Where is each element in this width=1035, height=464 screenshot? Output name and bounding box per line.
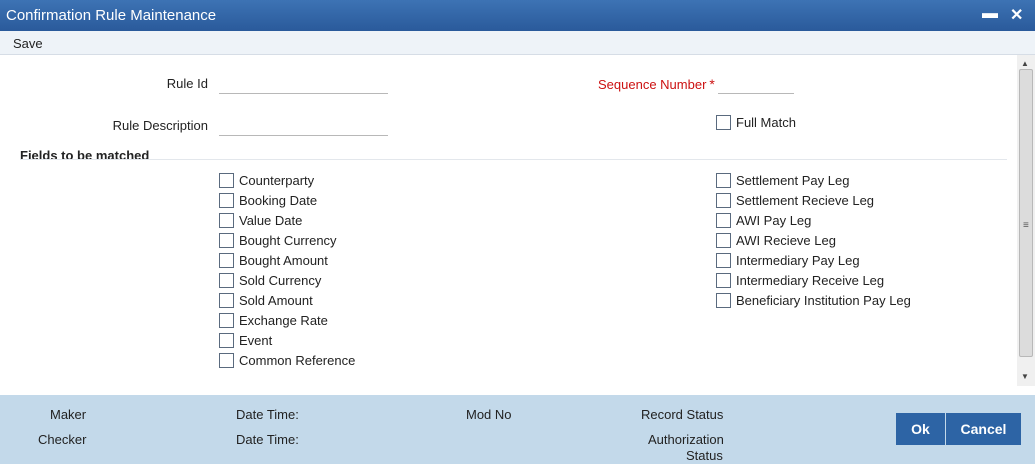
full-match-label: Full Match <box>736 115 796 130</box>
field-bought-amount-checkbox[interactable] <box>219 253 234 268</box>
authorization-status-label-line1: Authorization <box>648 432 724 447</box>
field-value-date-checkbox[interactable] <box>219 213 234 228</box>
section-divider <box>20 159 1007 160</box>
field-exchange-rate-label: Exchange Rate <box>239 313 328 328</box>
audit-footer: Maker Checker Date Time: Date Time: Mod … <box>0 395 1035 464</box>
required-mark: * <box>709 76 715 92</box>
menu-bar: Save <box>0 31 1035 55</box>
authorization-status-label-line2: Status <box>686 448 723 463</box>
field-bought-amount-label: Bought Amount <box>239 253 328 268</box>
field-settlement-recieve-leg-checkbox[interactable] <box>716 193 731 208</box>
field-event-label: Event <box>239 333 273 348</box>
record-status-label: Record Status <box>641 407 724 422</box>
field-intermediary-receive-leg-label: Intermediary Receive Leg <box>736 273 885 288</box>
form-content: Rule Id Sequence Number * Rule Descriptio… <box>0 55 1017 393</box>
scroll-grip-icon: ≡ <box>1023 220 1029 231</box>
field-intermediary-pay-leg-label: Intermediary Pay Leg <box>736 253 860 268</box>
field-sold-amount-checkbox[interactable] <box>219 293 234 308</box>
field-common-reference-label: Common Reference <box>239 353 356 368</box>
field-booking-date-label: Booking Date <box>239 193 318 208</box>
field-settlement-pay-leg-label: Settlement Pay Leg <box>736 173 850 188</box>
field-awi-recieve-leg-label: AWI Recieve Leg <box>736 233 836 248</box>
field-booking-date-checkbox[interactable] <box>219 193 234 208</box>
window-title: Confirmation Rule Maintenance <box>6 7 217 24</box>
fields-section-title: Fields to be matched <box>20 148 150 163</box>
sequence-number-label: Sequence Number * <box>598 76 715 92</box>
field-bought-currency-label: Bought Currency <box>239 233 337 248</box>
field-awi-pay-leg-checkbox[interactable] <box>716 213 731 228</box>
field-settlement-recieve-leg-label: Settlement Recieve Leg <box>736 193 875 208</box>
field-settlement-pay-leg-checkbox[interactable] <box>716 173 731 188</box>
maker-label: Maker <box>50 407 87 422</box>
field-sold-currency-checkbox[interactable] <box>219 273 234 288</box>
field-value-date-label: Value Date <box>239 213 303 228</box>
field-beneficiary-institution-pay-leg-label: Beneficiary Institution Pay Leg <box>736 293 911 308</box>
rule-description-input[interactable] <box>219 114 388 136</box>
mod-no-label: Mod No <box>466 407 512 422</box>
scroll-up-icon[interactable]: ▲ <box>1021 59 1029 68</box>
save-button[interactable]: Save <box>13 36 43 51</box>
field-sold-amount-label: Sold Amount <box>239 293 313 308</box>
minimize-icon[interactable]: ▬ <box>982 5 998 23</box>
sequence-number-input[interactable] <box>718 72 794 94</box>
scroll-thumb[interactable]: ≡ <box>1019 69 1033 357</box>
field-intermediary-receive-leg-checkbox[interactable] <box>716 273 731 288</box>
rule-id-input[interactable] <box>219 72 388 94</box>
field-intermediary-pay-leg-checkbox[interactable] <box>716 253 731 268</box>
field-common-reference-checkbox[interactable] <box>219 353 234 368</box>
full-match-checkbox[interactable] <box>716 115 731 130</box>
field-counterparty-checkbox[interactable] <box>219 173 234 188</box>
field-exchange-rate-checkbox[interactable] <box>219 313 234 328</box>
field-event-checkbox[interactable] <box>219 333 234 348</box>
field-counterparty-label: Counterparty <box>239 173 315 188</box>
field-bought-currency-checkbox[interactable] <box>219 233 234 248</box>
vertical-scrollbar[interactable]: ▲ ≡ ▼ <box>1017 55 1035 386</box>
cancel-button[interactable]: Cancel <box>946 413 1021 445</box>
field-sold-currency-label: Sold Currency <box>239 273 322 288</box>
rule-description-label: Rule Description <box>112 118 208 133</box>
field-beneficiary-institution-pay-leg-checkbox[interactable] <box>716 293 731 308</box>
scroll-down-icon[interactable]: ▼ <box>1021 372 1029 381</box>
rule-id-label: Rule Id <box>166 76 208 91</box>
field-awi-pay-leg-label: AWI Pay Leg <box>736 213 812 228</box>
maker-date-time-label: Date Time: <box>236 407 299 422</box>
checker-date-time-label: Date Time: <box>236 432 299 447</box>
field-awi-recieve-leg-checkbox[interactable] <box>716 233 731 248</box>
checker-label: Checker <box>38 432 87 447</box>
title-bar: Confirmation Rule Maintenance ▬ ✕ <box>0 0 1035 31</box>
ok-button[interactable]: Ok <box>896 413 945 445</box>
close-icon[interactable]: ✕ <box>1010 5 1023 25</box>
